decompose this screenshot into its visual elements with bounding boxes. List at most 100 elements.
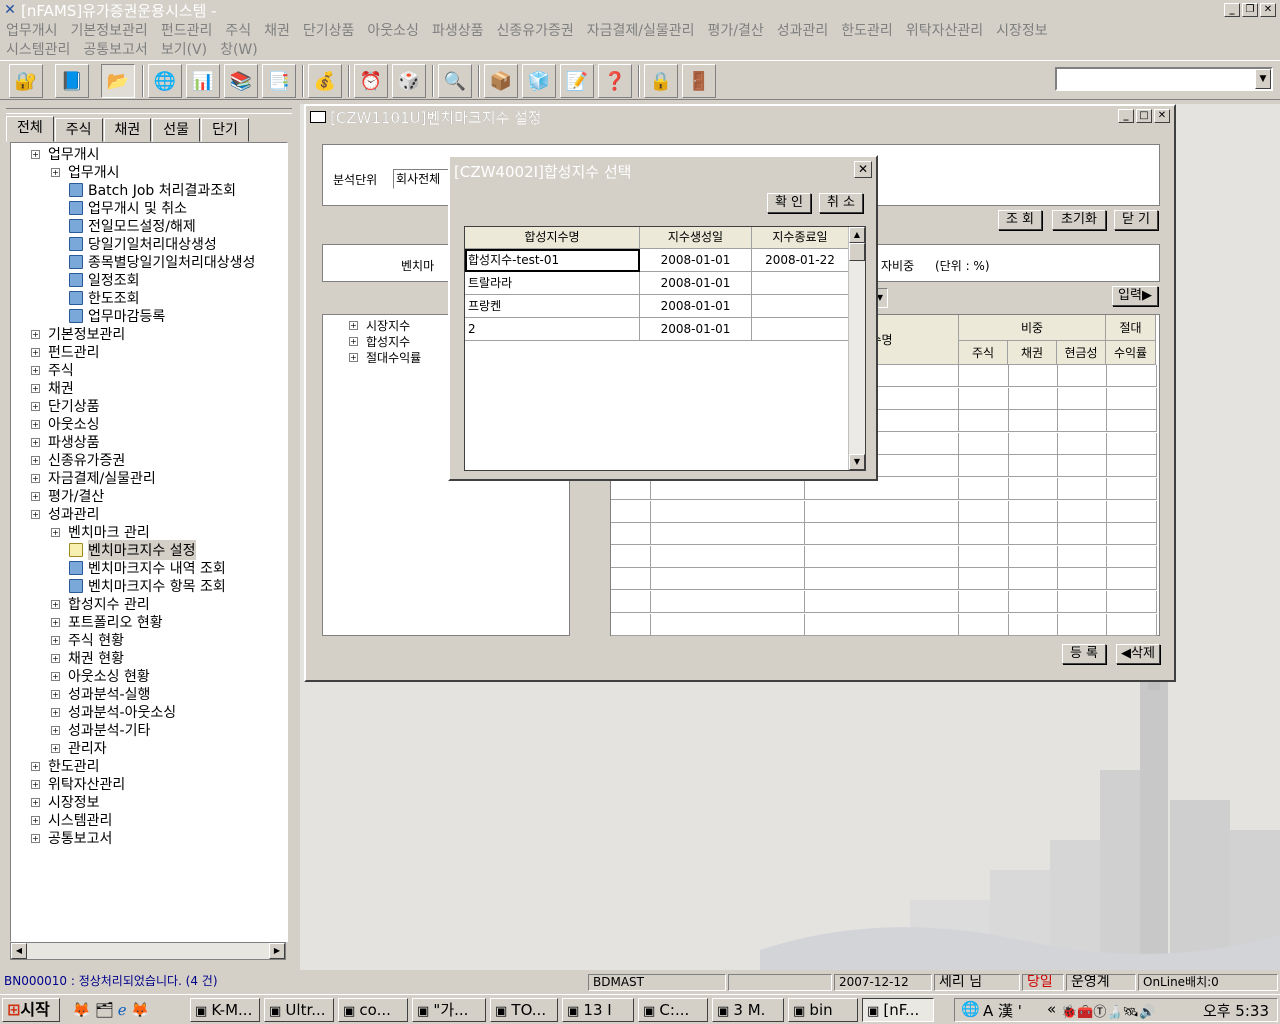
cancel-button[interactable]: 취 소 <box>819 193 863 213</box>
globe-icon[interactable]: 🌐 <box>148 64 182 98</box>
header-ended[interactable]: 지수종료일 <box>752 227 849 249</box>
taskbar-item[interactable]: ▣ K-M... <box>190 998 260 1022</box>
cell-name[interactable]: 트랄라라 <box>465 272 640 295</box>
tree-item[interactable]: 벤치마크지수 항목 조회 <box>69 577 226 595</box>
menu-item[interactable]: 주식 <box>225 20 251 40</box>
cube-icon[interactable]: 🧊 <box>522 64 556 98</box>
cell-ended[interactable] <box>752 272 849 295</box>
exit-icon[interactable]: 🚪 <box>682 64 716 98</box>
cell-ended[interactable] <box>752 318 849 341</box>
edit-icon[interactable]: 📝 <box>560 64 594 98</box>
clock-doc-icon[interactable]: 📑 <box>262 64 296 98</box>
help-icon[interactable]: ❓ <box>598 64 632 98</box>
index-type-item[interactable]: + 시장지수 <box>349 317 410 333</box>
tree-item[interactable]: + 자금결제/실물관리 <box>31 469 156 487</box>
close-icon[interactable]: ✕ <box>854 161 872 178</box>
menu-item[interactable]: 한도관리 <box>841 20 893 40</box>
cell-ended[interactable] <box>752 295 849 318</box>
header-name[interactable]: 합성지수명 <box>465 227 640 249</box>
left-tab[interactable]: 주식 <box>54 118 103 142</box>
tree-item[interactable]: + 업무개시 <box>31 145 100 163</box>
menu-item[interactable]: 자금결제/실물관리 <box>587 20 695 40</box>
tree-item[interactable]: 일정조회 <box>69 271 140 289</box>
tree-item[interactable]: + 포트폴리오 현황 <box>51 613 163 631</box>
header-created[interactable]: 지수생성일 <box>640 227 752 249</box>
ok-button[interactable]: 확 인 <box>767 193 811 213</box>
tree-item[interactable]: + 한도관리 <box>31 757 100 775</box>
stack-icon[interactable]: 📚 <box>224 64 258 98</box>
menu-item[interactable]: 시장정보 <box>996 20 1048 40</box>
tree-item[interactable]: + 성과분석-기타 <box>51 721 150 739</box>
header-weight[interactable]: 비중 <box>959 315 1106 341</box>
tree-item[interactable]: + 공통보고서 <box>31 829 112 847</box>
tree-item[interactable]: + 채권 <box>31 379 74 397</box>
taskbar-item[interactable]: ▣ TO... <box>490 998 558 1022</box>
index-type-item[interactable]: + 절대수익률 <box>349 349 421 365</box>
tree-item[interactable]: 전일모드설정/해제 <box>69 217 196 235</box>
menu-item[interactable]: 업무개시 <box>6 20 58 40</box>
header-absolute[interactable]: 절대 <box>1106 315 1156 341</box>
dice-icon[interactable]: 🎲 <box>392 64 426 98</box>
analysis-unit-select[interactable]: 회사전체 <box>393 169 453 189</box>
menu-item[interactable]: 아웃소싱 <box>367 20 419 40</box>
header-cash[interactable]: 현금성 <box>1057 341 1106 365</box>
left-tab[interactable]: 전체 <box>6 116 54 142</box>
scroll-right-icon[interactable]: ▶ <box>269 943 285 959</box>
chevron-left-icon[interactable]: « <box>1047 1000 1056 1018</box>
index-type-item[interactable]: + 합성지수 <box>349 333 410 349</box>
tree-item[interactable]: 한도조회 <box>69 289 140 307</box>
menu-item[interactable]: 펀드관리 <box>161 20 213 40</box>
tree-item[interactable]: 벤치마크지수 내역 조회 <box>69 559 226 577</box>
tree-item[interactable]: + 기본정보관리 <box>31 325 125 343</box>
tree-item[interactable]: + 시스템관리 <box>31 811 112 829</box>
toolbar-combo[interactable]: ▼ <box>1055 67 1273 91</box>
tree-item[interactable]: + 위탁자산관리 <box>31 775 125 793</box>
taskbar-item[interactable]: ▣ bin <box>788 998 858 1022</box>
menu-item[interactable]: 보기(V) <box>161 39 207 59</box>
tree-item[interactable]: + 아웃소싱 현황 <box>51 667 150 685</box>
table-row[interactable]: 프랑켄 2008-01-01 <box>465 295 849 318</box>
tree-item[interactable]: + 성과관리 <box>31 505 100 523</box>
taskbar-item[interactable]: ▣ [nF... <box>862 998 934 1022</box>
cell-name[interactable]: 합성지수-test-01 <box>465 249 640 272</box>
minimize-button[interactable]: _ <box>1118 109 1134 123</box>
cell-created[interactable]: 2008-01-01 <box>640 249 752 272</box>
tree-item[interactable]: + 파생상품 <box>31 433 100 451</box>
tree-item[interactable]: 업무마감등록 <box>69 307 165 325</box>
taskbar-item[interactable]: ▣ C:... <box>638 998 708 1022</box>
tree-item[interactable]: + 아웃소싱 <box>31 415 100 433</box>
tree-item[interactable]: + 주식 현황 <box>51 631 124 649</box>
taskbar-item[interactable]: ▣ 13 I <box>562 998 634 1022</box>
chart-icon[interactable]: 📊 <box>186 64 220 98</box>
tree-item[interactable]: + 관리자 <box>51 739 107 757</box>
cell-name[interactable]: 2 <box>465 318 640 341</box>
tree-item[interactable]: + 성과분석-아웃소싱 <box>51 703 176 721</box>
taskbar-item[interactable]: ▣ 3 M. <box>712 998 784 1022</box>
menu-item[interactable]: 평가/결산 <box>708 20 764 40</box>
coins-icon[interactable]: 💰 <box>308 64 342 98</box>
taskbar-item[interactable]: ▣ co... <box>338 998 408 1022</box>
menu-item[interactable]: 신종유가증권 <box>496 20 573 40</box>
table-row[interactable]: 트랄라라 2008-01-01 <box>465 272 849 295</box>
delete-button[interactable]: ◀삭제 <box>1116 644 1160 664</box>
menu-item[interactable]: 창(W) <box>220 39 258 59</box>
tree-item[interactable]: + 벤치마크 관리 <box>51 523 150 541</box>
box-icon[interactable]: 📦 <box>484 64 518 98</box>
scroll-down-icon[interactable]: ▼ <box>849 454 865 470</box>
input-button[interactable]: 입력▶ <box>1112 286 1158 306</box>
query-button[interactable]: 조 회 <box>998 210 1042 230</box>
cell-created[interactable]: 2008-01-01 <box>640 295 752 318</box>
table-row[interactable]: 합성지수-test-01 2008-01-01 2008-01-22 <box>465 249 849 272</box>
close-button[interactable]: ✕ <box>1260 3 1276 17</box>
globe-icon[interactable]: 🌐 <box>961 1000 980 1018</box>
menu-item[interactable]: 기본정보관리 <box>71 20 148 40</box>
header-return[interactable]: 수익률 <box>1106 341 1156 365</box>
start-button[interactable]: ⊞시작 <box>2 998 60 1022</box>
cell-ended[interactable]: 2008-01-22 <box>752 249 849 272</box>
taskbar-item[interactable]: ▣ Ultr... <box>264 998 334 1022</box>
lock-icon[interactable]: 🔒 <box>644 64 678 98</box>
tray-icons[interactable]: 🐞🧰Ⓣ🍶🛰🔊 <box>1061 1001 1155 1020</box>
menu-item[interactable]: 위탁자산관리 <box>906 20 983 40</box>
open-icon[interactable]: 📂 <box>101 64 135 98</box>
tree-item[interactable]: Batch Job 처리결과조회 <box>69 181 236 199</box>
